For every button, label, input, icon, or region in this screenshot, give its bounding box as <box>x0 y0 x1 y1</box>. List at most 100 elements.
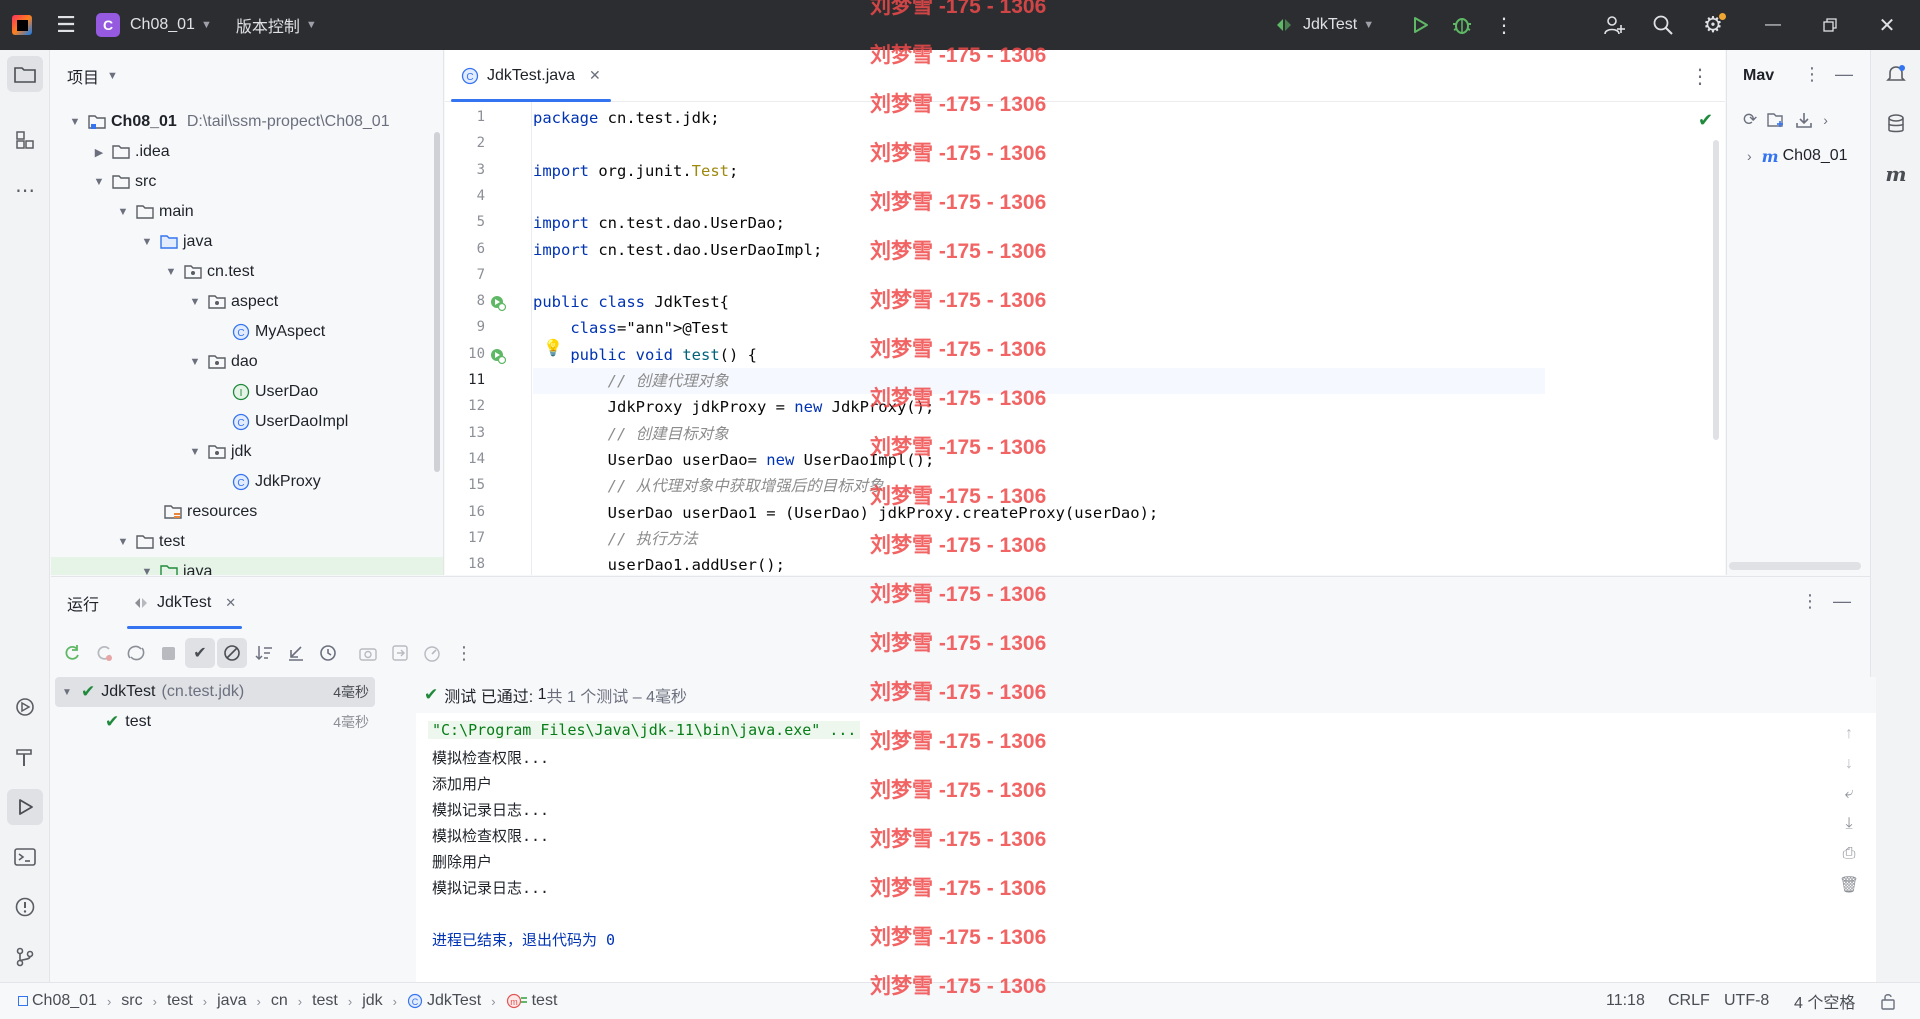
chevron-down-icon[interactable]: ▼ <box>187 356 203 368</box>
code-line[interactable]: import org.junit.Test; <box>533 158 738 184</box>
code-line[interactable]: // 创建目标对象 <box>533 421 729 447</box>
code-line[interactable]: UserDao userDao1 = (UserDao) jdkProxy.cr… <box>533 500 1159 526</box>
toggle-auto-test-icon[interactable] <box>121 638 151 668</box>
run-icon[interactable] <box>1408 13 1432 37</box>
chevron-down-icon[interactable]: ▼ <box>187 296 203 308</box>
run-tool-button[interactable] <box>7 789 43 825</box>
arrow-down-icon[interactable]: ↓ <box>1845 755 1853 773</box>
settings-gear-icon[interactable]: ⚙ <box>1700 12 1726 38</box>
code-line[interactable]: UserDao userDao= new UserDaoImpl(); <box>533 447 935 473</box>
show-passed-icon[interactable]: ✔ <box>185 638 215 668</box>
chevron-down-icon[interactable]: ▼ <box>67 116 83 128</box>
chevron-down-icon[interactable]: ▼ <box>107 70 118 82</box>
lock-icon[interactable] <box>1880 992 1896 1010</box>
import-tests-icon[interactable] <box>281 638 311 668</box>
line-separator[interactable]: CRLF <box>1668 992 1710 1010</box>
vcs-menu[interactable]: 版本控制 ▼ <box>236 0 317 50</box>
tree-item-resources[interactable]: resources <box>51 497 443 527</box>
run-tab-jdktest[interactable]: JdkTest ✕ <box>127 577 243 629</box>
file-encoding[interactable]: UTF-8 <box>1724 992 1769 1010</box>
hide-panel-icon[interactable]: — <box>1835 64 1853 85</box>
reload-icon[interactable]: ⟳ <box>1743 110 1757 130</box>
close-tab-icon[interactable]: ✕ <box>225 595 236 611</box>
download-icon[interactable] <box>1795 111 1813 129</box>
main-menu-icon[interactable]: ☰ <box>56 12 76 38</box>
tree-item-jdk[interactable]: ▼ jdk <box>51 437 443 467</box>
intellij-logo-icon[interactable] <box>12 15 32 35</box>
chevron-down-icon[interactable]: ▼ <box>115 206 131 218</box>
problems-tool-button[interactable] <box>7 889 43 925</box>
export-icon[interactable] <box>385 638 415 668</box>
chevron-down-icon[interactable]: ▼ <box>91 176 107 188</box>
print-icon[interactable]: ⎙ <box>1843 845 1856 863</box>
chevron-down-icon[interactable]: ▼ <box>115 536 131 548</box>
code-line[interactable]: public class JdkTest{ <box>533 289 729 315</box>
code-line[interactable]: package cn.test.jdk; <box>533 105 720 131</box>
breadcrumb-item[interactable]: cn <box>271 992 288 1010</box>
chevron-down-icon[interactable]: ▼ <box>187 446 203 458</box>
indent-setting[interactable]: 4 个空格 <box>1794 989 1855 1013</box>
tree-item-test[interactable]: ▼ test <box>51 527 443 557</box>
services-tool-button[interactable] <box>7 689 43 725</box>
debug-icon[interactable] <box>1450 13 1474 37</box>
code-line[interactable]: import cn.test.dao.UserDao; <box>533 210 785 236</box>
terminal-tool-button[interactable] <box>7 839 43 875</box>
restore-icon[interactable] <box>1817 12 1843 38</box>
inspection-ok-icon[interactable]: ✔ <box>1698 110 1713 131</box>
project-tool-button[interactable] <box>7 56 43 92</box>
rerun-icon[interactable] <box>57 638 87 668</box>
arrow-up-icon[interactable]: ↑ <box>1845 725 1853 743</box>
project-switcher[interactable]: C Ch08_01 ▼ <box>96 0 212 50</box>
coverage-icon[interactable] <box>417 638 447 668</box>
trash-icon[interactable]: 🗑 <box>1839 875 1859 895</box>
test-node-jdktest[interactable]: ▼ ✔ JdkTest (cn.test.jdk) 4毫秒 <box>55 677 375 707</box>
breadcrumb-item[interactable]: test <box>532 992 558 1010</box>
code-line[interactable]: // 执行方法 <box>533 526 698 552</box>
code-line[interactable]: // 从代理对象中获取增强后的目标对象 <box>533 473 884 499</box>
chevron-down-icon[interactable]: ▼ <box>55 687 79 698</box>
tab-jdktest-java[interactable]: C JdkTest.java ✕ <box>445 50 617 102</box>
build-tool-button[interactable] <box>7 739 43 775</box>
tree-item-cn-test[interactable]: ▼ cn.test <box>51 257 443 287</box>
breadcrumb-item[interactable]: JdkTest <box>427 992 481 1010</box>
tree-item-userdaoimpl[interactable]: C UserDaoImpl <box>51 407 443 437</box>
chevron-down-icon[interactable]: ▼ <box>139 236 155 248</box>
maven-tool-button[interactable]: m <box>1878 156 1914 192</box>
database-tool-button[interactable] <box>1878 106 1914 142</box>
code-line[interactable]: userDao1.addUser(); <box>533 552 785 575</box>
run-test-gutter-icon[interactable] <box>489 294 507 312</box>
tree-item-main[interactable]: ▼ main <box>51 197 443 227</box>
more-actions-icon[interactable]: ⋮ <box>1492 13 1516 37</box>
tree-item-myaspect[interactable]: C MyAspect <box>51 317 443 347</box>
code-area[interactable]: package cn.test.jdk; import org.junit.Tes… <box>533 102 1633 575</box>
close-window-icon[interactable]: ✕ <box>1874 12 1900 38</box>
breadcrumb-item[interactable]: test <box>167 992 193 1010</box>
tree-item-java[interactable]: ▼ java <box>51 227 443 257</box>
add-user-icon[interactable] <box>1601 12 1627 38</box>
tree-item-dao[interactable]: ▼ dao <box>51 347 443 377</box>
close-tab-icon[interactable]: ✕ <box>589 67 601 84</box>
search-icon[interactable] <box>1650 12 1676 38</box>
code-line[interactable]: // 创建代理对象 <box>533 368 1545 394</box>
stop-icon[interactable] <box>153 638 183 668</box>
more-options-icon[interactable]: ⋮ <box>1801 591 1819 612</box>
chevron-down-icon[interactable]: ▼ <box>163 266 179 278</box>
soft-wrap-icon[interactable]: ⤶ <box>1845 785 1854 803</box>
code-line[interactable]: public void test() { <box>533 342 757 368</box>
show-ignored-icon[interactable] <box>217 638 247 668</box>
sort-icon[interactable] <box>249 638 279 668</box>
tree-item-root[interactable]: ▼ Ch08_01 D:\tail\ssm-propect\Ch08_01 <box>51 107 443 137</box>
tree-item-aspect[interactable]: ▼ aspect <box>51 287 443 317</box>
more-tools-icon[interactable]: ⋯ <box>7 172 43 208</box>
breadcrumb-item[interactable]: jdk <box>362 992 382 1010</box>
lightbulb-icon[interactable]: 💡 <box>543 338 563 358</box>
rerun-failed-icon[interactable] <box>89 638 119 668</box>
notifications-button[interactable] <box>1878 56 1914 92</box>
add-maven-project-icon[interactable] <box>1767 112 1785 128</box>
code-line[interactable]: JdkProxy jdkProxy = new JdkProxy(); <box>533 394 935 420</box>
breadcrumb-item[interactable]: Ch08_01 <box>32 992 97 1010</box>
maven-project-item[interactable]: › m Ch08_01 <box>1727 138 1870 174</box>
git-tool-button[interactable] <box>7 939 43 975</box>
breadcrumb-item[interactable]: java <box>217 992 246 1010</box>
scrollbar[interactable] <box>434 132 440 472</box>
